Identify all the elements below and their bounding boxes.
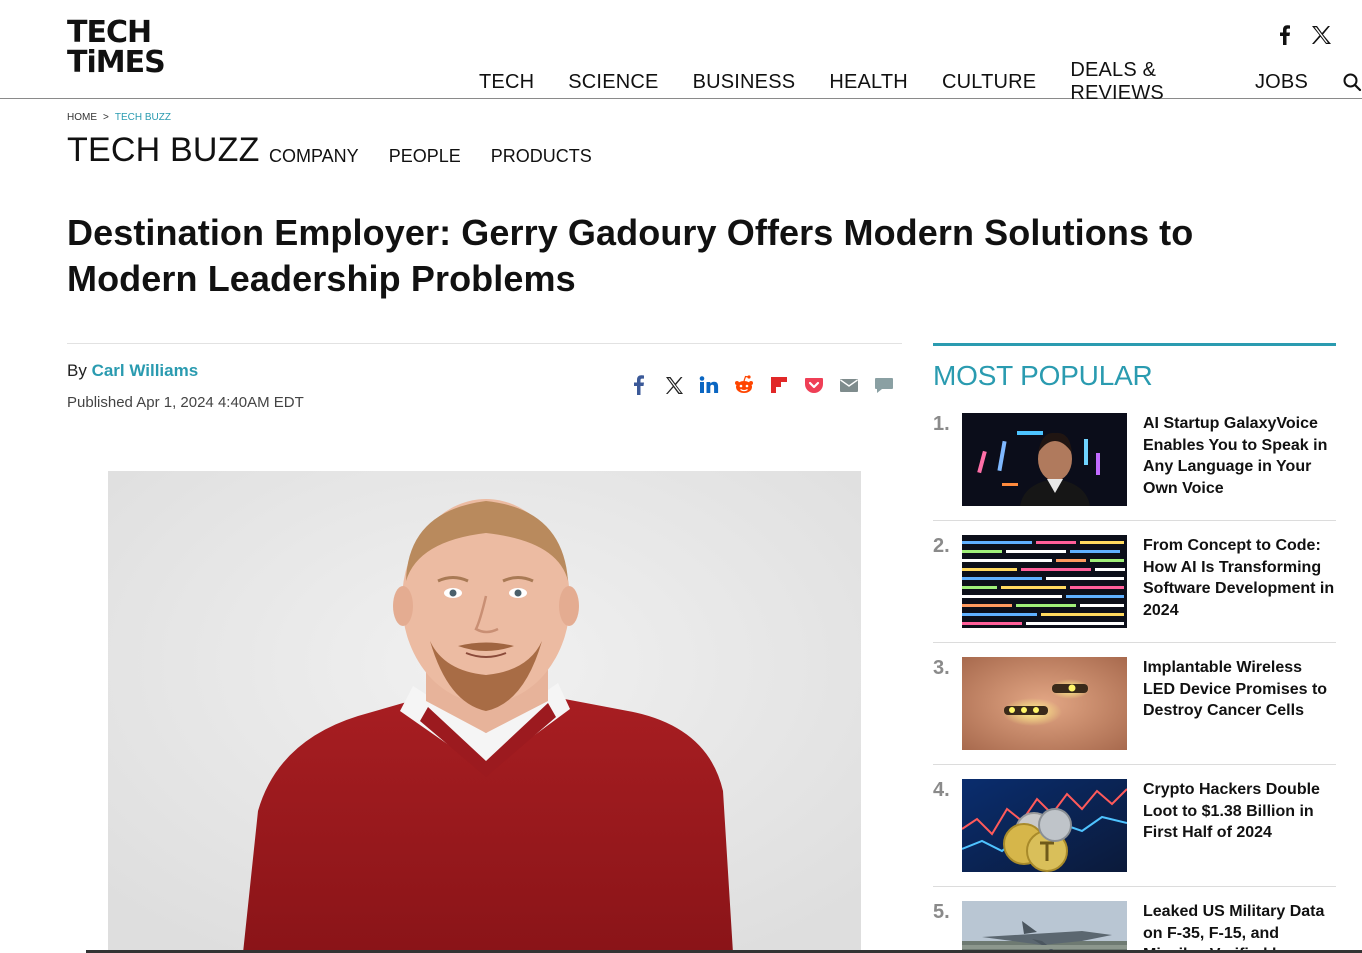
- popular-rank: 2.: [933, 535, 950, 557]
- share-bar: [628, 374, 895, 396]
- section-title[interactable]: TECH BUZZ: [67, 131, 260, 170]
- logo-line-1: TECH: [67, 15, 152, 50]
- popular-item-title[interactable]: From Concept to Code: How AI Is Transfor…: [1143, 535, 1338, 622]
- popular-item-3[interactable]: 3. Implantable Wireless LED Device Promi…: [933, 657, 1336, 779]
- article-headline: Destination Employer: Gerry Gadoury Offe…: [67, 212, 1194, 299]
- nav-item-business[interactable]: BUSINESS: [693, 71, 796, 94]
- pocket-icon[interactable]: [803, 374, 825, 396]
- subnav-item-company[interactable]: COMPANY: [269, 146, 359, 167]
- site-logo[interactable]: TECH TiMES: [67, 18, 171, 80]
- published-date: Published Apr 1, 2024 4:40AM EDT: [67, 394, 304, 411]
- popular-divider: [933, 642, 1336, 643]
- header-social: [1274, 24, 1332, 46]
- nav-item-deals-reviews[interactable]: DEALS & REVIEWS: [1070, 59, 1221, 105]
- site-header: TECH TiMES TECH SCIENCE BUSINESS HEALTH …: [0, 0, 1362, 104]
- byline: By Carl Williams: [67, 361, 198, 381]
- most-popular-sidebar: MOST POPULAR: [933, 343, 1336, 392]
- popular-rank: 5.: [933, 901, 950, 923]
- popular-divider: [933, 520, 1336, 521]
- facebook-icon[interactable]: [1274, 24, 1296, 46]
- reddit-icon[interactable]: [733, 374, 755, 396]
- breadcrumb-home[interactable]: HOME: [67, 112, 97, 123]
- popular-item-4[interactable]: 4. Crypto Hackers Double Loot to $1.38 B…: [933, 779, 1336, 901]
- nav-item-culture[interactable]: CULTURE: [942, 71, 1036, 94]
- popular-thumbnail[interactable]: [962, 413, 1127, 506]
- subnav-item-people[interactable]: PEOPLE: [389, 146, 461, 167]
- popular-divider: [933, 764, 1336, 765]
- popular-item-title[interactable]: Crypto Hackers Double Loot to $1.38 Bill…: [1143, 779, 1338, 844]
- x-icon[interactable]: [1310, 24, 1332, 46]
- popular-rank: 1.: [933, 413, 950, 435]
- popular-thumbnail[interactable]: [962, 535, 1127, 628]
- popular-item-title[interactable]: Leaked US Military Data on F-35, F-15, a…: [1143, 901, 1336, 953]
- popular-item-5[interactable]: 5. Leaked US Military Data on F-35, F-15…: [933, 901, 1336, 953]
- nav-item-tech[interactable]: TECH: [479, 71, 534, 94]
- facebook-icon[interactable]: [628, 374, 650, 396]
- popular-item-2[interactable]: 2. From Concept to Code: How AI Is Trans…: [933, 535, 1336, 657]
- flipboard-icon[interactable]: [768, 374, 790, 396]
- popular-thumbnail[interactable]: [962, 779, 1127, 872]
- linkedin-icon[interactable]: [698, 374, 720, 396]
- comment-icon[interactable]: [873, 374, 895, 396]
- most-popular-title: MOST POPULAR: [933, 360, 1153, 391]
- popular-item-title[interactable]: AI Startup GalaxyVoice Enables You to Sp…: [1143, 413, 1338, 500]
- popular-item-title[interactable]: Implantable Wireless LED Device Promises…: [1143, 657, 1338, 722]
- popular-thumbnail[interactable]: [962, 901, 1127, 953]
- popular-rank: 3.: [933, 657, 950, 679]
- search-icon[interactable]: [1342, 72, 1362, 92]
- nav-item-science[interactable]: SCIENCE: [568, 71, 658, 94]
- email-icon[interactable]: [838, 374, 860, 396]
- main-nav: TECH SCIENCE BUSINESS HEALTH CULTURE DEA…: [479, 59, 1362, 105]
- sidebar-accent-bar: [933, 343, 1336, 346]
- section-subnav: COMPANY PEOPLE PRODUCTS: [269, 146, 592, 167]
- article-hero-image: [108, 471, 861, 953]
- byline-divider: [67, 343, 902, 344]
- byline-label: By: [67, 361, 87, 380]
- popular-thumbnail[interactable]: [962, 657, 1127, 750]
- breadcrumb: HOME > TECH BUZZ: [67, 112, 171, 123]
- author-link[interactable]: Carl Williams: [92, 361, 199, 380]
- nav-item-health[interactable]: HEALTH: [829, 71, 908, 94]
- breadcrumb-separator: >: [103, 112, 109, 123]
- subnav-item-products[interactable]: PRODUCTS: [491, 146, 592, 167]
- popular-divider: [933, 886, 1336, 887]
- popular-item-1[interactable]: 1. AI Startup GalaxyVoice Enables You to…: [933, 413, 1336, 535]
- x-icon[interactable]: [663, 374, 685, 396]
- nav-item-jobs[interactable]: JOBS: [1255, 71, 1308, 94]
- breadcrumb-current[interactable]: TECH BUZZ: [115, 112, 171, 123]
- logo-line-2: TiMES: [67, 45, 166, 80]
- popular-rank: 4.: [933, 779, 950, 801]
